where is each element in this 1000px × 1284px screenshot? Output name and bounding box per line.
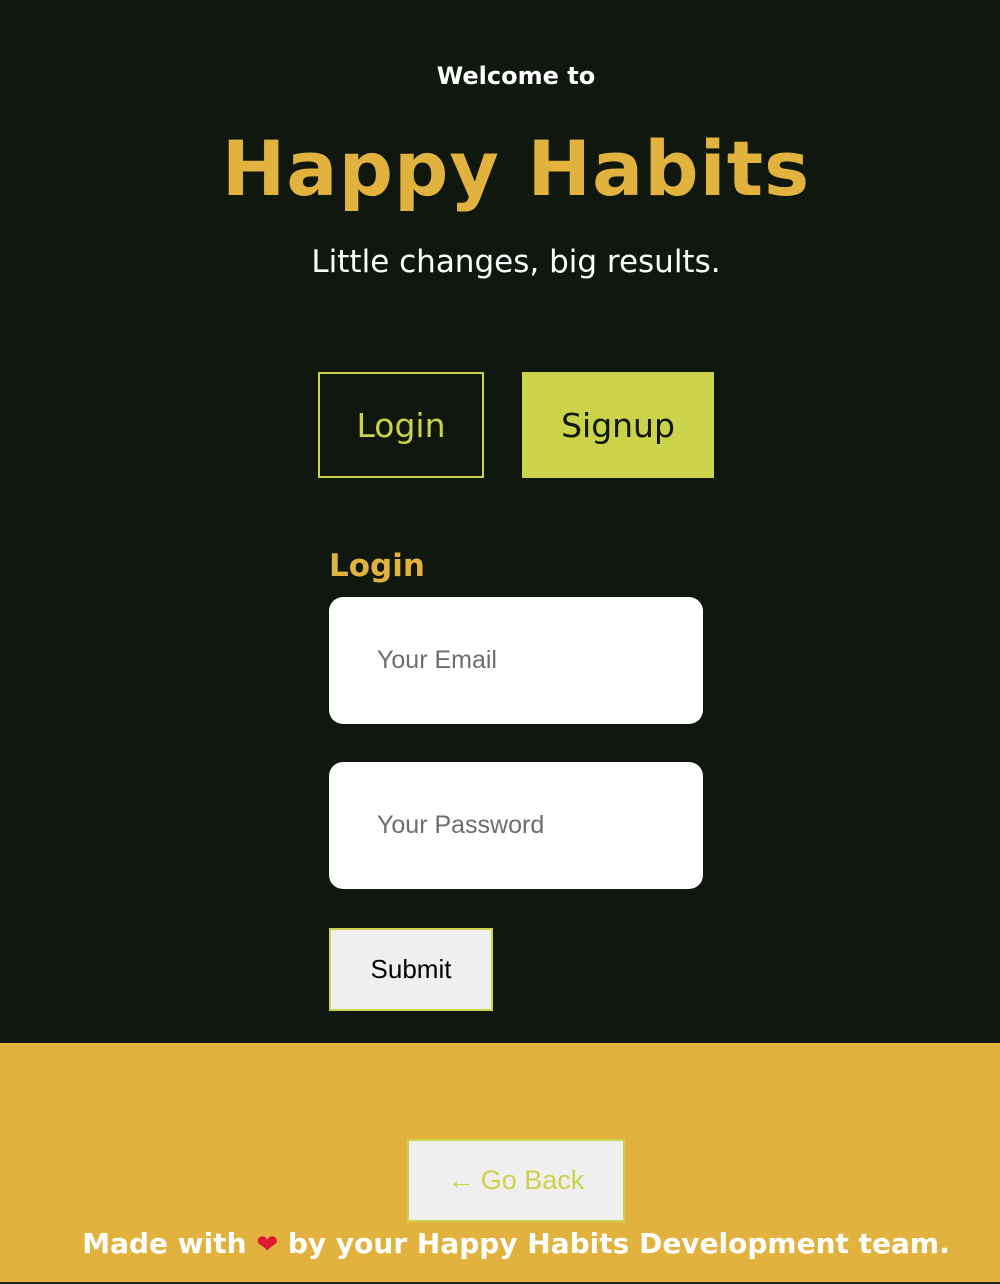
tab-login[interactable]: Login — [318, 372, 484, 478]
footer: ← Go Back Made with ❤ by your Happy Habi… — [0, 1043, 1000, 1284]
tagline: Little changes, big results. — [311, 244, 721, 280]
password-field[interactable] — [329, 762, 703, 889]
footer-credit: Made with ❤ by your Happy Habits Develop… — [0, 1227, 1000, 1260]
submit-button[interactable]: Submit — [329, 928, 493, 1011]
form-heading: Login — [329, 548, 425, 584]
heart-icon: ❤ — [256, 1230, 279, 1260]
email-field[interactable] — [329, 597, 703, 724]
go-back-label: Go Back — [480, 1165, 585, 1195]
credit-suffix: by your Happy Habits Development team. — [287, 1227, 950, 1260]
hero-section: Welcome to Happy Habits Little changes, … — [0, 0, 1000, 1043]
submit-label: Submit — [370, 954, 452, 984]
tab-signup[interactable]: Signup — [522, 372, 714, 478]
credit-prefix: Made with — [82, 1227, 247, 1260]
tab-signup-label: Signup — [561, 405, 675, 445]
welcome-text: Welcome to — [436, 62, 596, 90]
arrow-left-icon: ← — [447, 1165, 475, 1195]
app-title: Happy Habits — [221, 124, 811, 213]
go-back-button[interactable]: ← Go Back — [407, 1139, 625, 1222]
tab-login-label: Login — [356, 405, 446, 445]
